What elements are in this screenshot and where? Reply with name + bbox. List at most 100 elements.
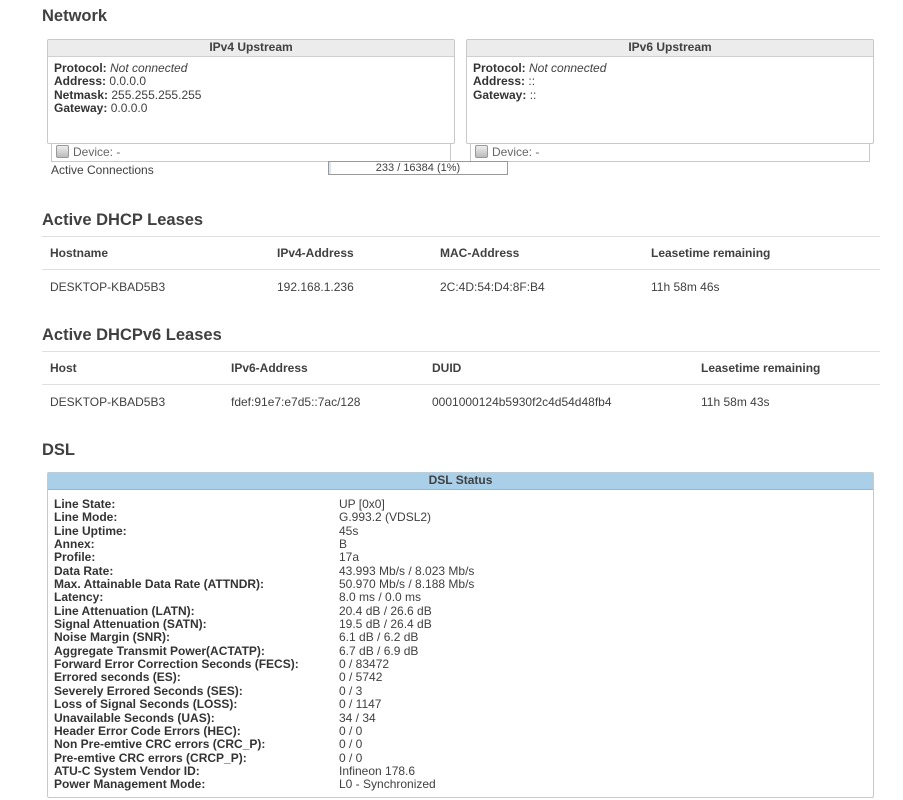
dsl-stat-value: 20.4 dB / 26.6 dB (339, 603, 432, 618)
dsl-stat-row: Line Uptime: 45s (54, 523, 867, 538)
dsl-stat-label: Line Mode: (54, 510, 118, 525)
dsl-stat-value: Infineon 178.6 (339, 763, 416, 778)
table-cell: 0001000124b5930f2c4d54d48fb4 (432, 395, 612, 409)
dhcp6-column-header: Host (42, 351, 223, 385)
dsl-stat-row: Header Error Code Errors (HEC): 0 / 0 (54, 723, 867, 738)
ipv4-field-row: Protocol: Not connected (54, 61, 448, 75)
dsl-stat-row: Max. Attainable Data Rate (ATTNDR): 50.97… (54, 577, 867, 592)
table-cell: 11h 58m 43s (701, 395, 770, 409)
dsl-stat-label: Pre-emtive CRC errors (CRCP_P): (54, 750, 247, 765)
dsl-stat-value: 0 / 5742 (339, 670, 383, 685)
dsl-stat-value: 0 / 1147 (339, 697, 382, 712)
table-row: DESKTOP-KBAD5B3 192.168.1.236 2C:4D:54:D4:… (42, 270, 880, 305)
dsl-stat-value: 0 / 83472 (339, 657, 390, 672)
ipv4-field-row: Gateway: 0.0.0.0 (54, 100, 448, 115)
dsl-stat-label: Header Error Code Errors (HEC): (54, 723, 241, 738)
dsl-stat-row: ATU-C System Vendor ID: Infineon 178.6 (54, 763, 867, 778)
ipv6-field-label: Gateway: (473, 87, 527, 102)
dsl-stat-row: Non Pre-emtive CRC errors (CRC_P): 0 / 0 (54, 737, 867, 752)
dhcp-column-header: Leasetime remaining (643, 236, 880, 270)
dsl-stat-label: Line Uptime: (54, 523, 127, 538)
dsl-stat-value: 6.1 dB / 6.2 dB (339, 630, 419, 645)
ipv6-field-label: Protocol: (473, 61, 526, 75)
table-cell: fdef:91e7:e7d5::7ac/128 (231, 395, 361, 409)
table-cell: 192.168.1.236 (277, 280, 354, 294)
ipv6-device-label: Device: - (492, 145, 540, 159)
dsl-status-panel: DSL Status Line State: UP [0x0] Line Mode:… (47, 472, 874, 798)
ipv4-field-value: 0.0.0.0 (109, 74, 147, 89)
dsl-stat-row: Severely Errored Seconds (SES): 0 / 3 (54, 683, 867, 698)
dsl-stat-label: Line State: (54, 497, 116, 511)
ipv4-device-row: Device: - (51, 144, 451, 162)
table-cell: 11h 58m 46s (651, 280, 720, 294)
table-row: DESKTOP-KBAD5B3 fdef:91e7:e7d5::7ac/128 00… (42, 385, 880, 420)
dhcp-leases-table: Hostname IPv4-Address MAC-Address Leasetime… (42, 236, 880, 304)
active-connections-label: Active Connections (51, 163, 154, 177)
dsl-stat-row: Data Rate: 43.993 Mb/s / 8.023 Mb/s (54, 563, 867, 578)
ipv6-field-row: Address: :: (473, 75, 867, 88)
dsl-stat-label: Severely Errored Seconds (SES): (54, 683, 243, 698)
ipv4-upstream-title: IPv4 Upstream (48, 40, 454, 57)
ipv4-field-label: Gateway: (54, 100, 108, 115)
dsl-stat-row: Power Management Mode: L0 - Synchronized (54, 777, 867, 792)
dsl-stat-label: Loss of Signal Seconds (LOSS): (54, 697, 238, 712)
dsl-stat-value: L0 - Synchronized (339, 777, 436, 792)
dsl-stat-value: 34 / 34 (339, 710, 376, 725)
ipv4-field-value: Not connected (110, 61, 188, 75)
dsl-stat-label: Latency: (54, 590, 104, 605)
dsl-stat-label: Aggregate Transmit Power(ACTATP): (54, 643, 265, 658)
network-device-icon (475, 145, 488, 158)
dsl-stat-value: 45s (339, 523, 359, 538)
ipv4-upstream-details: Protocol: Not connected Address: 0.0.0.0 N… (48, 57, 454, 120)
dsl-stat-value: 19.5 dB / 26.4 dB (339, 617, 432, 632)
dsl-stat-row: Noise Margin (SNR): 6.1 dB / 6.2 dB (54, 630, 867, 645)
dhcpv6-leases-heading: Active DHCPv6 Leases (42, 326, 222, 344)
dsl-stat-value: 0 / 0 (339, 750, 363, 765)
dsl-stat-row: Pre-emtive CRC errors (CRCP_P): 0 / 0 (54, 750, 867, 765)
ipv6-field-row: Protocol: Not connected (473, 61, 867, 75)
ipv6-field-value: :: (529, 87, 537, 102)
ipv6-upstream-details: Protocol: Not connected Address: :: Gatewa… (467, 57, 873, 107)
dsl-status-details: Line State: UP [0x0] Line Mode: G.993.2 (VD… (48, 490, 873, 797)
dhcpv6-leases-table: Host IPv6-Address DUID Leasetime remaining … (42, 351, 880, 419)
ipv6-field-value: :: (528, 74, 536, 89)
ipv4-field-row: Netmask: 255.255.255.255 (54, 87, 448, 102)
ipv4-field-value: 255.255.255.255 (111, 87, 202, 102)
ipv6-field-value: Not connected (529, 61, 607, 75)
dsl-stat-label: Errored seconds (ES): (54, 670, 181, 685)
ipv4-upstream-panel: IPv4 Upstream Protocol: Not connected Add… (47, 39, 455, 144)
ipv6-device-row: Device: - (470, 144, 870, 162)
dsl-stat-label: Line Attenuation (LATN): (54, 603, 195, 618)
dhcp6-column-header: IPv6-Address (223, 351, 424, 385)
ipv6-field-label: Address: (473, 74, 526, 89)
active-connections-progress: 233 / 16384 (1%) (328, 161, 508, 175)
dhcp6-column-header: Leasetime remaining (693, 351, 880, 385)
dsl-stat-row: Forward Error Correction Seconds (FECS):… (54, 657, 867, 672)
dsl-stat-value: 6.7 dB / 6.9 dB (339, 643, 419, 658)
dsl-stat-value: UP [0x0] (339, 497, 385, 511)
dsl-status-title: DSL Status (48, 473, 873, 490)
dsl-stat-label: Max. Attainable Data Rate (ATTNDR): (54, 577, 265, 592)
dsl-stat-value: B (339, 537, 348, 552)
ipv4-field-label: Address: (54, 74, 107, 89)
dhcp6-column-header: DUID (424, 351, 693, 385)
dsl-stat-label: Data Rate: (54, 563, 114, 578)
active-connections-value: 233 / 16384 (1%) (375, 162, 461, 174)
dsl-stat-label: Annex: (54, 537, 95, 552)
progress-fill (329, 162, 332, 174)
ipv4-field-row: Address: 0.0.0.0 (54, 75, 448, 88)
dsl-stat-value: 43.993 Mb/s / 8.023 Mb/s (339, 563, 475, 578)
ipv4-device-label: Device: - (73, 145, 121, 159)
dsl-stat-row: Line State: UP [0x0] (54, 497, 867, 511)
dsl-stat-value: 0 / 0 (339, 737, 363, 752)
dsl-stat-row: Aggregate Transmit Power(ACTATP): 6.7 dB … (54, 643, 867, 658)
ipv4-field-label: Netmask: (54, 87, 109, 102)
dsl-stat-value: 50.970 Mb/s / 8.188 Mb/s (339, 577, 475, 592)
dsl-stat-row: Line Mode: G.993.2 (VDSL2) (54, 510, 867, 525)
dsl-stat-row: Latency: 8.0 ms / 0.0 ms (54, 590, 867, 605)
dsl-stat-row: Profile: 17a (54, 551, 867, 565)
ipv6-upstream-title: IPv6 Upstream (467, 40, 873, 57)
network-heading: Network (42, 7, 108, 25)
dsl-stat-value: G.993.2 (VDSL2) (339, 510, 432, 525)
table-cell: DESKTOP-KBAD5B3 (50, 395, 166, 409)
